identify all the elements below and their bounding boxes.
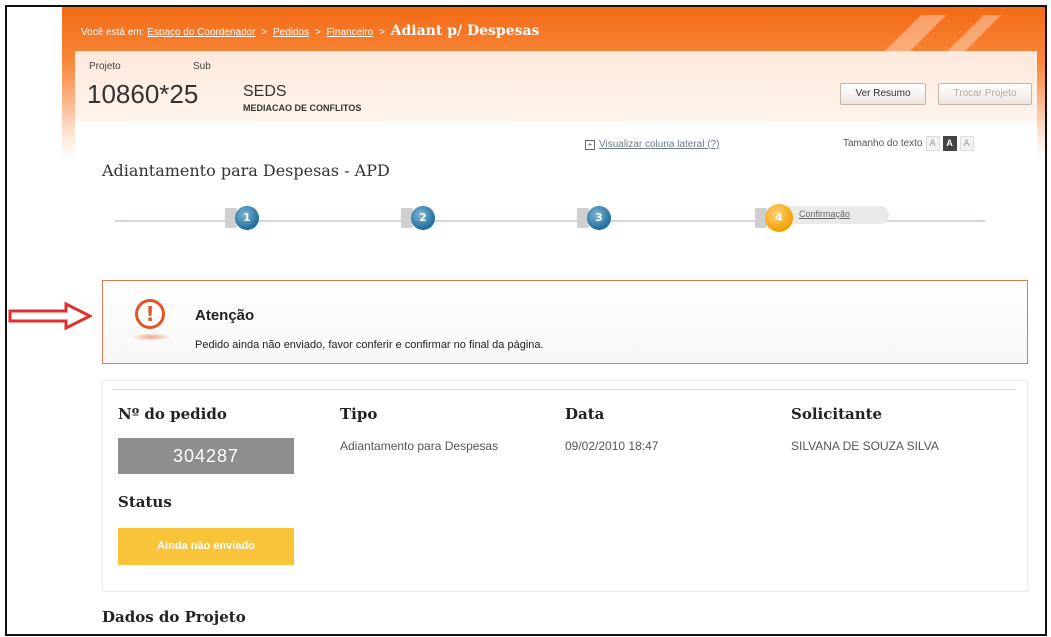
step-2-circle: 2 — [411, 206, 435, 230]
toggle-lateral-column[interactable]: + Visualizar coluna lateral (?) — [585, 139, 719, 150]
page-title: Adiantamento para Despesas - APD — [102, 161, 390, 180]
red-arrow-icon — [8, 302, 92, 330]
solicitante-value: SILVANA DE SOUZA SILVA — [791, 439, 939, 453]
breadcrumb-separator: > — [261, 27, 268, 38]
header-pedido: Nº do pedido — [118, 405, 227, 423]
data-value: 09/02/2010 18:47 — [565, 439, 659, 453]
step-4-label: Confirmação — [787, 206, 889, 224]
alert-message: Pedido ainda não enviado, favor conferir… — [195, 339, 544, 351]
sub-description: MEDIACAO DE CONFLITOS — [243, 103, 362, 113]
text-size-label: Tamanho do texto — [843, 138, 923, 149]
order-panel: Nº do pedido Tipo Data Solicitante 30428… — [102, 380, 1028, 592]
text-size-control: Tamanho do texto A A A — [843, 136, 974, 151]
ver-resumo-button[interactable]: Ver Resumo — [840, 83, 926, 105]
section-dados-projeto: Dados do Projeto — [102, 608, 246, 626]
project-number: 10860*25 — [87, 79, 199, 109]
pedido-number: 304287 — [118, 438, 294, 474]
breadcrumb-current: Adiant p/ Despesas — [390, 23, 540, 39]
text-size-small-button[interactable]: A — [925, 136, 940, 151]
project-bar: Projeto Sub 10860*25 SEDS MEDIACAO DE CO… — [75, 51, 1037, 122]
browser-frame: Você está em: Espaço do Coordenador > Pe… — [5, 5, 1047, 636]
alert-title: Atenção — [195, 307, 255, 324]
breadcrumb-link-coordenador[interactable]: Espaço do Coordenador — [147, 27, 255, 38]
breadcrumb-separator: > — [314, 27, 321, 38]
project-label: Projeto — [89, 61, 121, 72]
text-size-medium-button[interactable]: A — [942, 136, 957, 151]
tipo-value: Adiantamento para Despesas — [340, 439, 499, 453]
divider — [113, 389, 1015, 390]
trocar-projeto-button[interactable]: Trocar Projeto — [938, 83, 1032, 105]
status-label: Status — [118, 493, 172, 511]
breadcrumb-prefix: Você está em: — [81, 27, 145, 38]
exclamation-icon: ! — [135, 299, 165, 329]
header-data: Data — [565, 405, 605, 423]
status-badge: Ainda não enviado — [118, 528, 294, 565]
breadcrumb-link-pedidos[interactable]: Pedidos — [273, 27, 309, 38]
lateral-link-label: Visualizar coluna lateral (?) — [599, 139, 720, 150]
attention-alert: ! Atenção Pedido ainda não enviado, favo… — [102, 280, 1028, 364]
header-solicitante: Solicitante — [791, 405, 883, 423]
step-3-circle: 3 — [587, 206, 611, 230]
step-1-circle: 1 — [235, 206, 259, 230]
sub-name: SEDS — [243, 83, 287, 100]
header-tipo: Tipo — [340, 405, 378, 423]
breadcrumb: Você está em: Espaço do Coordenador > Pe… — [81, 23, 539, 39]
breadcrumb-link-financeiro[interactable]: Financeiro — [327, 27, 374, 38]
text-size-large-button[interactable]: A — [959, 136, 974, 151]
plus-icon: + — [585, 140, 595, 150]
breadcrumb-separator: > — [379, 27, 385, 38]
sub-label: Sub — [193, 61, 211, 72]
main-content: + Visualizar coluna lateral (?) Tamanho d… — [75, 121, 1037, 634]
icon-shadow — [131, 333, 171, 341]
step-4-circle: 4 — [765, 204, 793, 232]
